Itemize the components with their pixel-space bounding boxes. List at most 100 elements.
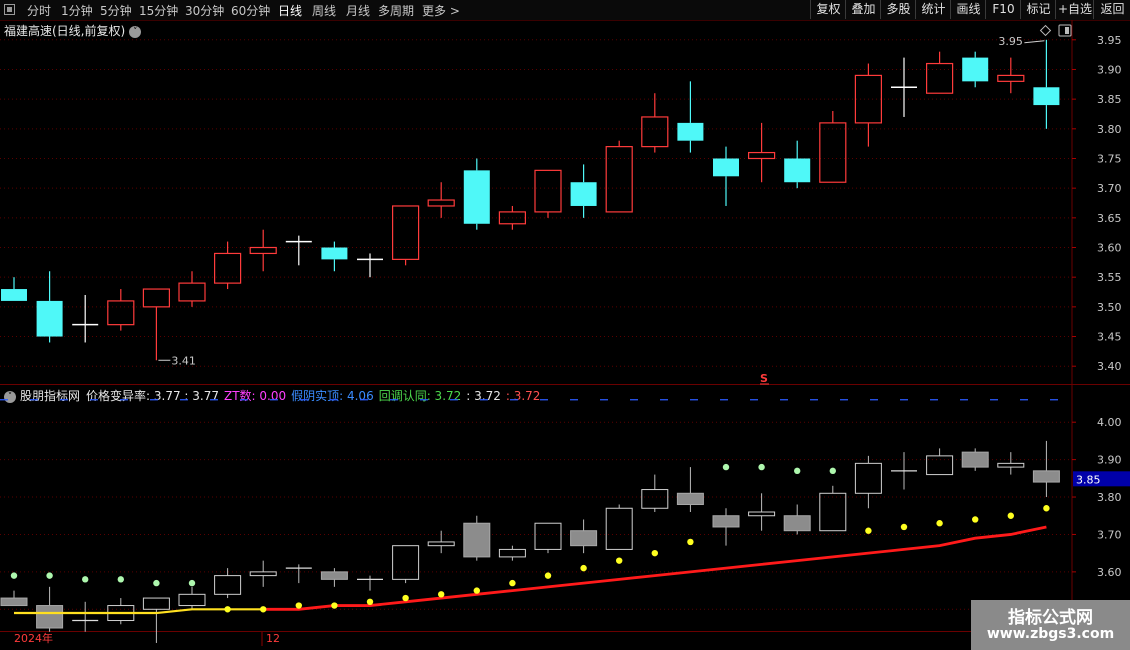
dot-green-21 [758, 463, 765, 471]
candle-body [142, 288, 170, 308]
candle-21 [747, 122, 776, 183]
sub-candle-body [570, 530, 598, 547]
candle-9 [321, 241, 348, 272]
indicator-candles [0, 440, 1060, 643]
sub-candle-body [748, 511, 776, 517]
timeframe-5[interactable]: 60分钟 [231, 2, 270, 19]
toolbar-button-6[interactable]: 标记 [1020, 0, 1056, 19]
sub-candle-13 [463, 515, 491, 561]
dot-yellow-15 [544, 572, 552, 579]
price-tick-label-1: 3.45 [1097, 331, 1122, 344]
candle-body [427, 199, 455, 207]
indicator-axis: 3.503.603.703.803.904.003.85 [1072, 416, 1130, 616]
dot-yellow-18 [651, 549, 658, 557]
candle-body [36, 300, 63, 337]
chevron-down-icon[interactable]: ˅ [129, 25, 142, 38]
high-label-arrow [1024, 40, 1045, 44]
price-tick-label-9: 3.85 [1097, 93, 1122, 106]
sub-candle-6 [214, 568, 242, 599]
candle-body [570, 182, 597, 206]
candle-body [747, 151, 776, 160]
sub-candle-15 [534, 522, 562, 554]
indicator-value-4: : 3.72 [466, 389, 501, 403]
toolbar-button-4[interactable]: 画线 [950, 0, 986, 19]
kline-chart: 3.40 3.45 3.50 3.55 3.60 3.65 3.70 3.75 3.80 3.85… [0, 20, 1130, 646]
indicator-value-0: 价格变异率: 3.77 : 3.77 [86, 389, 219, 403]
diamond-icon [1039, 24, 1052, 37]
stock-title-text: 福建高速(日线,前复权) [4, 24, 126, 38]
candle-24 [854, 63, 883, 147]
indicator-value-2: 假阴实顶: 4.06 [291, 389, 374, 403]
sub-candle-24 [854, 455, 882, 509]
sub-tick-label-4: 3.90 [1097, 454, 1122, 467]
sub-candle-body [854, 462, 882, 494]
toolbar-button-7[interactable]: +自选 [1055, 0, 1094, 19]
candle-body [784, 158, 811, 183]
candle-29 [1033, 39, 1060, 129]
panel-toggle-icon-fill [1065, 27, 1069, 34]
sub-candle-body [214, 575, 242, 595]
menu-icon[interactable] [4, 4, 15, 15]
candle-14 [498, 205, 526, 230]
sub-candle-body [926, 455, 954, 476]
candle-body [178, 282, 206, 302]
sub-candle-18 [641, 474, 669, 512]
sub-candle-body [676, 492, 704, 506]
dot-yellow-7 [260, 606, 267, 613]
dot-green-4 [153, 579, 160, 587]
dot-green-20 [722, 463, 730, 471]
dot-green-5 [188, 579, 196, 587]
toolbar-button-3[interactable]: 统计 [915, 0, 951, 19]
toolbar-button-1[interactable]: 叠加 [845, 0, 881, 19]
timeframe-9[interactable]: 多周期 [378, 2, 414, 19]
indicator-value-5: : 3.72 [505, 389, 541, 403]
candle-body [498, 211, 526, 225]
timeframe-7[interactable]: 周线 [312, 2, 336, 19]
candle-body [1033, 87, 1060, 106]
timeframe-1[interactable]: 1分钟 [61, 2, 93, 19]
toolbar-button-5[interactable]: F10 [985, 0, 1021, 19]
candle-body [463, 170, 490, 224]
sub-candle-body [0, 597, 28, 607]
candle-15 [534, 169, 562, 218]
sub-tick-label-2: 3.70 [1097, 528, 1122, 541]
sub-candle-12 [427, 530, 455, 554]
timeframe-2[interactable]: 5分钟 [100, 2, 132, 19]
sub-candle-20 [712, 508, 740, 546]
candle-body [321, 247, 348, 260]
candle-27 [962, 51, 989, 88]
watermark-url: www.zbgs3.com [986, 626, 1115, 642]
indicator-legend: ˅ 股朋指标网 价格变异率: 3.77 : 3.77 ZT数: 0.00 假阴实顶: 4… [4, 387, 545, 404]
dot-yellow-14 [509, 579, 516, 587]
candle-body [854, 74, 883, 124]
timeframe-8[interactable]: 月线 [346, 2, 370, 19]
price-tick-label-5: 3.65 [1097, 212, 1122, 225]
candle-body [1, 289, 27, 301]
indicator-value-3: 回调认同: 3.72 [378, 389, 462, 403]
toolbar-button-0[interactable]: 复权 [810, 0, 846, 19]
candle-13 [463, 158, 490, 230]
timeframe-4[interactable]: 30分钟 [185, 2, 224, 19]
timeframe-3[interactable]: 15分钟 [139, 2, 178, 19]
dot-yellow-10 [366, 598, 374, 606]
candle-7 [249, 229, 277, 272]
dot-green-23 [829, 467, 836, 475]
toolbar-button-8[interactable]: 返回 [1093, 0, 1130, 19]
sub-candle-body [249, 571, 277, 577]
candle-body [819, 122, 847, 183]
indicator-name: 股朋指标网 [20, 389, 81, 403]
stock-title: 福建高速(日线,前复权) ˅ [4, 22, 142, 39]
timeframe-10[interactable]: 更多 > [422, 2, 460, 19]
sub-candle-body [392, 545, 420, 580]
sub-candle-body [712, 515, 740, 528]
low-label: 3.41 [171, 354, 196, 367]
sub-candle-2 [72, 601, 99, 632]
dot-yellow-6 [224, 606, 231, 613]
chevron-down-icon[interactable]: ˅ [4, 390, 16, 403]
timeframe-0[interactable]: 分时 [27, 2, 51, 19]
toolbar-button-2[interactable]: 多股 [880, 0, 916, 19]
price-tick-label-4: 3.60 [1097, 242, 1122, 255]
timeframe-6[interactable]: 日线 [278, 2, 302, 19]
indicator-value-1: ZT数: 0.00 [223, 389, 287, 403]
sub-tick-label-1: 3.60 [1097, 566, 1122, 579]
